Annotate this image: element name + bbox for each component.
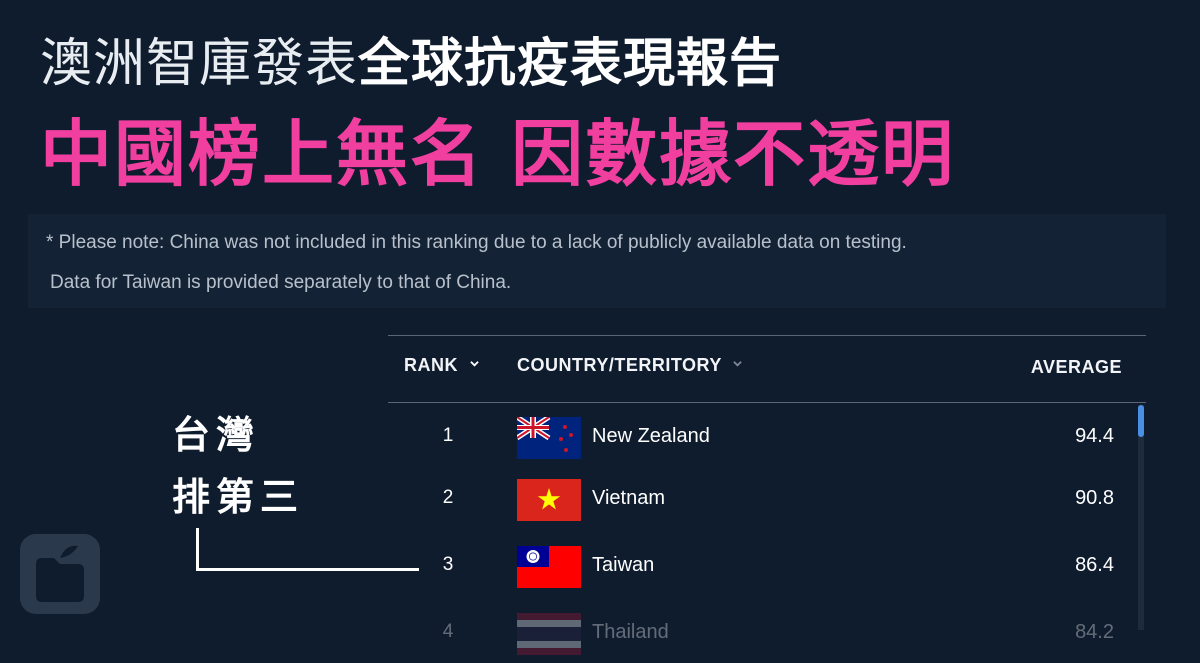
taiwan-callout-line-1: 台灣 [172,413,261,457]
table-row[interactable]: 3 Taiwan 86.4 [388,536,1146,596]
note-line-2: Data for Taiwan is provided separately t… [50,272,512,293]
note-line-1: * Please note: China was not included in… [46,232,907,253]
rank-cell: 4 [442,621,454,642]
average-column-header[interactable]: AVERAGE [1031,357,1122,378]
callout-connector-line [196,528,419,571]
thailand-flag-icon [517,613,581,655]
new-zealand-flag-icon [517,417,581,459]
country-cell: Thailand [592,621,669,643]
table-row[interactable]: 2 Vietnam 90.8 [388,469,1146,529]
table-row[interactable]: 4 Thailand 84.2 [388,603,1146,663]
table-row[interactable]: 1 New Zealand 94.4 [388,407,1146,467]
country-cell: New Zealand [592,425,710,447]
rank-cell: 3 [442,554,454,575]
country-cell: Taiwan [592,554,655,576]
table-header-divider [388,402,1146,403]
headline-light-text: 澳洲智庫發表 [40,34,359,94]
note-box: * Please note: China was not included in… [28,214,1166,308]
chevron-down-icon [733,361,742,367]
average-cell: 94.4 [1075,425,1114,447]
chevron-down-icon [469,361,479,367]
average-cell: 90.8 [1075,487,1114,509]
table-scrollbar[interactable] [1138,405,1144,630]
vietnam-flag-icon [517,479,581,521]
country-header-label: COUNTRY/TERRITORY [517,355,722,375]
headline-bold-text: 全球抗疫表現報告 [358,34,783,94]
rank-header-label: RANK [404,355,458,375]
rank-column-header[interactable]: RANK [404,355,479,376]
country-column-header[interactable]: COUNTRY/TERRITORY [517,355,742,376]
headline-line-2: 中國榜上無名 因數據不透明 [40,112,956,196]
taiwan-callout-line-2: 排第三 [172,475,305,519]
ranking-table: RANK COUNTRY/TERRITORY AVERAGE 1 New Zea… [388,335,1146,655]
table-top-divider [388,335,1146,336]
apple-daily-logo-icon [20,534,100,614]
average-cell: 86.4 [1075,554,1114,576]
headline-line-1: 澳洲智庫發表全球抗疫表現報告 [40,28,782,100]
taiwan-flag-icon [517,546,581,588]
scrollbar-thumb[interactable] [1138,405,1144,437]
average-cell: 84.2 [1075,621,1114,643]
rank-cell: 1 [442,425,454,446]
country-cell: Vietnam [592,487,666,509]
rank-cell: 2 [442,487,454,508]
